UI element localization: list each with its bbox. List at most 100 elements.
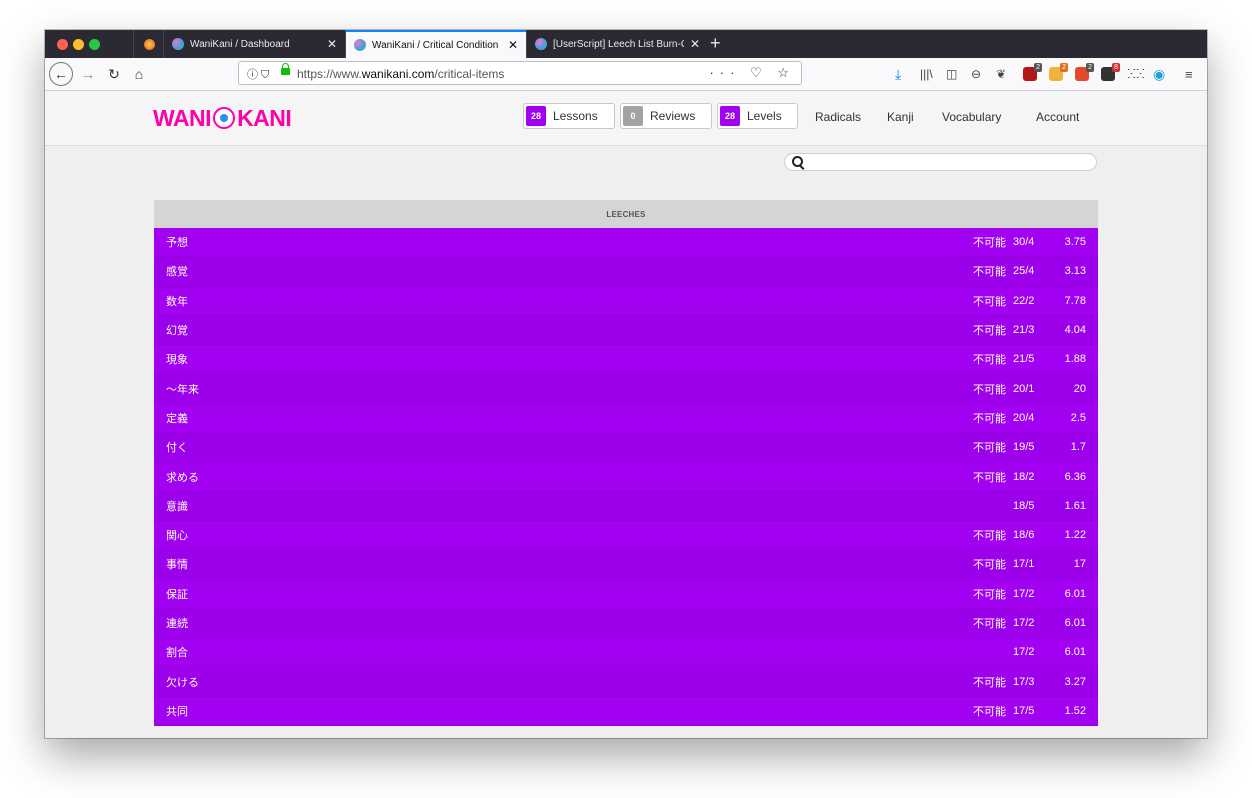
leech-ratio: 6.01 [1064, 646, 1086, 659]
close-tab-icon[interactable]: ✕ [508, 38, 518, 52]
tab-dashboard[interactable]: WaniKani / Dashboard ✕ [163, 30, 345, 58]
new-tab-button[interactable]: + [710, 33, 721, 53]
url-text[interactable]: https://www.wanikani.com/critical-items [297, 67, 504, 81]
menu-icon[interactable]: ≡ [1185, 66, 1193, 82]
leech-row[interactable]: 〜年来 不可能 20/1 20 [154, 374, 1098, 404]
navigation-toolbar: ← → ↻ ⌂ ⓘ ⛉ https://www.wanikani.com/cri… [45, 58, 1207, 91]
pinned-tab[interactable] [133, 30, 164, 58]
page-content: WANI KANI 28 Lessons 0 Reviews 28 Levels… [45, 91, 1207, 738]
leech-row[interactable]: 割合 17/2 6.01 [154, 638, 1098, 668]
logo-text-right: KANI [237, 104, 292, 131]
wanikani-logo[interactable]: WANI KANI [153, 104, 292, 131]
download-icon[interactable]: ⤓ [895, 66, 901, 82]
tab-userscript[interactable]: [UserScript] Leech List Burn-O ✕ [526, 30, 708, 58]
zoom-window-button[interactable] [89, 39, 100, 50]
leech-ratio: 6.01 [1064, 617, 1086, 629]
nav-radicals[interactable]: Radicals [815, 110, 861, 124]
close-window-button[interactable] [57, 39, 68, 50]
leech-row[interactable]: 求める 不可能 18/2 6.36 [154, 462, 1098, 492]
leech-row[interactable]: 現象 不可能 21/5 1.88 [154, 345, 1098, 375]
lessons-button[interactable]: 28 Lessons [523, 103, 615, 129]
tab-critical-items[interactable]: WaniKani / Critical Condition Ite ✕ [345, 30, 526, 58]
tab-title: [UserScript] Leech List Burn-O [553, 38, 684, 50]
leech-item: 〜年来 [166, 383, 199, 396]
leech-ratio: 3.75 [1064, 236, 1086, 249]
leech-ratio: 4.04 [1064, 324, 1086, 337]
extension-wanikani-icon[interactable]: 2 [1049, 63, 1068, 82]
leech-ratio: 3.27 [1064, 675, 1086, 688]
leech-row[interactable]: 予想 不可能 30/4 3.75 [154, 228, 1098, 258]
extension-ublock-icon[interactable]: 2 [1023, 63, 1042, 82]
leech-item: 事情 [166, 559, 188, 572]
nav-kanji[interactable]: Kanji [887, 110, 914, 124]
leech-row[interactable]: 意識 18/5 1.61 [154, 491, 1098, 521]
leech-score: 18/2 [1013, 470, 1035, 483]
url-bar[interactable]: ⓘ ⛉ https://www.wanikani.com/critical-it… [238, 61, 802, 85]
lessons-count-badge: 28 [526, 106, 546, 126]
leech-status: 不可能 [973, 705, 1006, 718]
forward-arrow-icon[interactable]: → [79, 58, 97, 90]
leech-row[interactable]: 連続 不可能 17/2 6.01 [154, 608, 1098, 639]
leech-row[interactable]: 感覚 不可能 25/4 3.13 [154, 257, 1098, 287]
search-icon [792, 156, 803, 167]
leech-row[interactable]: 保証 不可能 17/2 6.01 [154, 579, 1098, 609]
crab-mascot-icon [213, 107, 236, 129]
leech-item: 求める [166, 471, 199, 484]
library-icon[interactable]: |||\ [920, 66, 933, 82]
leech-item: 数年 [166, 295, 188, 308]
leech-status: 不可能 [973, 383, 1006, 396]
lessons-label: Lessons [553, 109, 598, 123]
site-info-icon[interactable]: ⓘ ⛉ [247, 66, 269, 82]
extension-circle-icon[interactable]: ◉ [1153, 66, 1165, 82]
leech-ratio: 1.61 [1064, 499, 1086, 512]
leech-status: 不可能 [973, 412, 1006, 425]
reviews-label: Reviews [650, 109, 696, 123]
leech-row[interactable]: 幻覚 不可能 21/3 4.04 [154, 315, 1098, 346]
leech-row[interactable]: 関心 不可能 18/6 1.22 [154, 520, 1098, 551]
leech-row[interactable]: 付く 不可能 19/5 1.7 [154, 433, 1098, 463]
home-icon[interactable]: ⌂ [129, 58, 149, 90]
leech-row[interactable]: 定義 不可能 20/4 2.5 [154, 403, 1098, 434]
reload-icon[interactable]: ↻ [105, 58, 123, 90]
leech-status: 不可能 [973, 676, 1006, 689]
leech-item: 予想 [166, 237, 188, 250]
leech-row[interactable]: 欠ける 不可能 17/3 3.27 [154, 667, 1098, 697]
leech-row[interactable]: 数年 不可能 22/2 7.78 [154, 286, 1098, 316]
back-arrow-icon[interactable]: ← [49, 62, 73, 86]
reviews-count-badge: 0 [623, 106, 643, 126]
close-tab-icon[interactable]: ✕ [690, 37, 700, 51]
extension-calendar-icon[interactable]: 2 [1075, 63, 1094, 82]
extension-robot-icon[interactable]: 8 [1101, 63, 1120, 82]
nav-account[interactable]: Account [1036, 110, 1079, 124]
leech-row[interactable]: 事情 不可能 17/1 17 [154, 550, 1098, 580]
reviews-button[interactable]: 0 Reviews [620, 103, 712, 129]
pinned-tab-icon [143, 38, 155, 50]
leech-status: 不可能 [973, 237, 1006, 250]
close-tab-icon[interactable]: ✕ [327, 37, 337, 51]
page-actions-icon[interactable]: ··· ♡ ☆ [709, 65, 795, 81]
evernote-icon[interactable]: ❦ [996, 66, 1006, 82]
nav-vocabulary[interactable]: Vocabulary [942, 110, 1001, 124]
leech-score: 25/4 [1013, 265, 1035, 278]
minimize-window-button[interactable] [73, 39, 84, 50]
leech-row[interactable]: 共同 不可能 17/5 1.52 [154, 696, 1098, 727]
extension-bars-icon[interactable]: ⵘⵘ [1127, 66, 1145, 82]
sidebar-icon[interactable]: ◫ [946, 66, 957, 82]
leech-item: 現象 [166, 354, 188, 367]
leech-item: 定義 [166, 412, 188, 425]
leech-score: 17/2 [1013, 587, 1035, 600]
levels-button[interactable]: 28 Levels [717, 103, 798, 129]
leech-score: 18/6 [1013, 529, 1035, 542]
leech-ratio: 1.7 [1070, 441, 1086, 454]
leech-score: 17/5 [1013, 704, 1035, 717]
wanikani-favicon-icon [535, 38, 547, 50]
leech-score: 20/1 [1013, 382, 1035, 395]
leech-ratio: 2.5 [1070, 411, 1086, 424]
search-input[interactable] [784, 153, 1097, 171]
leech-ratio: 17 [1073, 558, 1086, 571]
leech-score: 17/1 [1013, 558, 1035, 571]
account-icon[interactable]: ⊖ [971, 66, 981, 82]
leech-ratio: 3.13 [1064, 265, 1086, 278]
tab-title: WaniKani / Critical Condition Ite [372, 39, 502, 51]
leech-ratio: 6.36 [1064, 470, 1086, 483]
